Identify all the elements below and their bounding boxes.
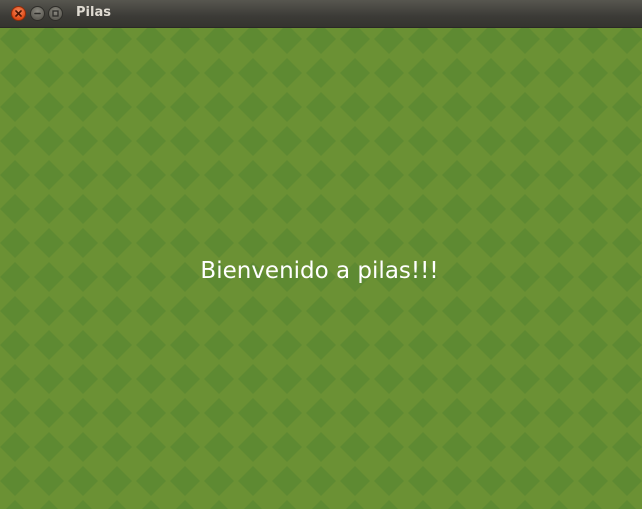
pilas-window: Pilas Bienvenido a pilas!!! [0,0,642,509]
maximize-button[interactable] [48,6,63,21]
welcome-message: Bienvenido a pilas!!! [200,258,439,284]
minimize-icon [34,12,41,15]
close-button[interactable] [11,6,26,21]
window-title: Pilas [76,5,111,20]
minimize-button[interactable] [30,6,45,21]
close-icon [15,10,22,17]
maximize-icon [52,10,59,17]
game-canvas[interactable]: Bienvenido a pilas!!! [0,28,642,509]
title-bar[interactable]: Pilas [0,0,642,28]
